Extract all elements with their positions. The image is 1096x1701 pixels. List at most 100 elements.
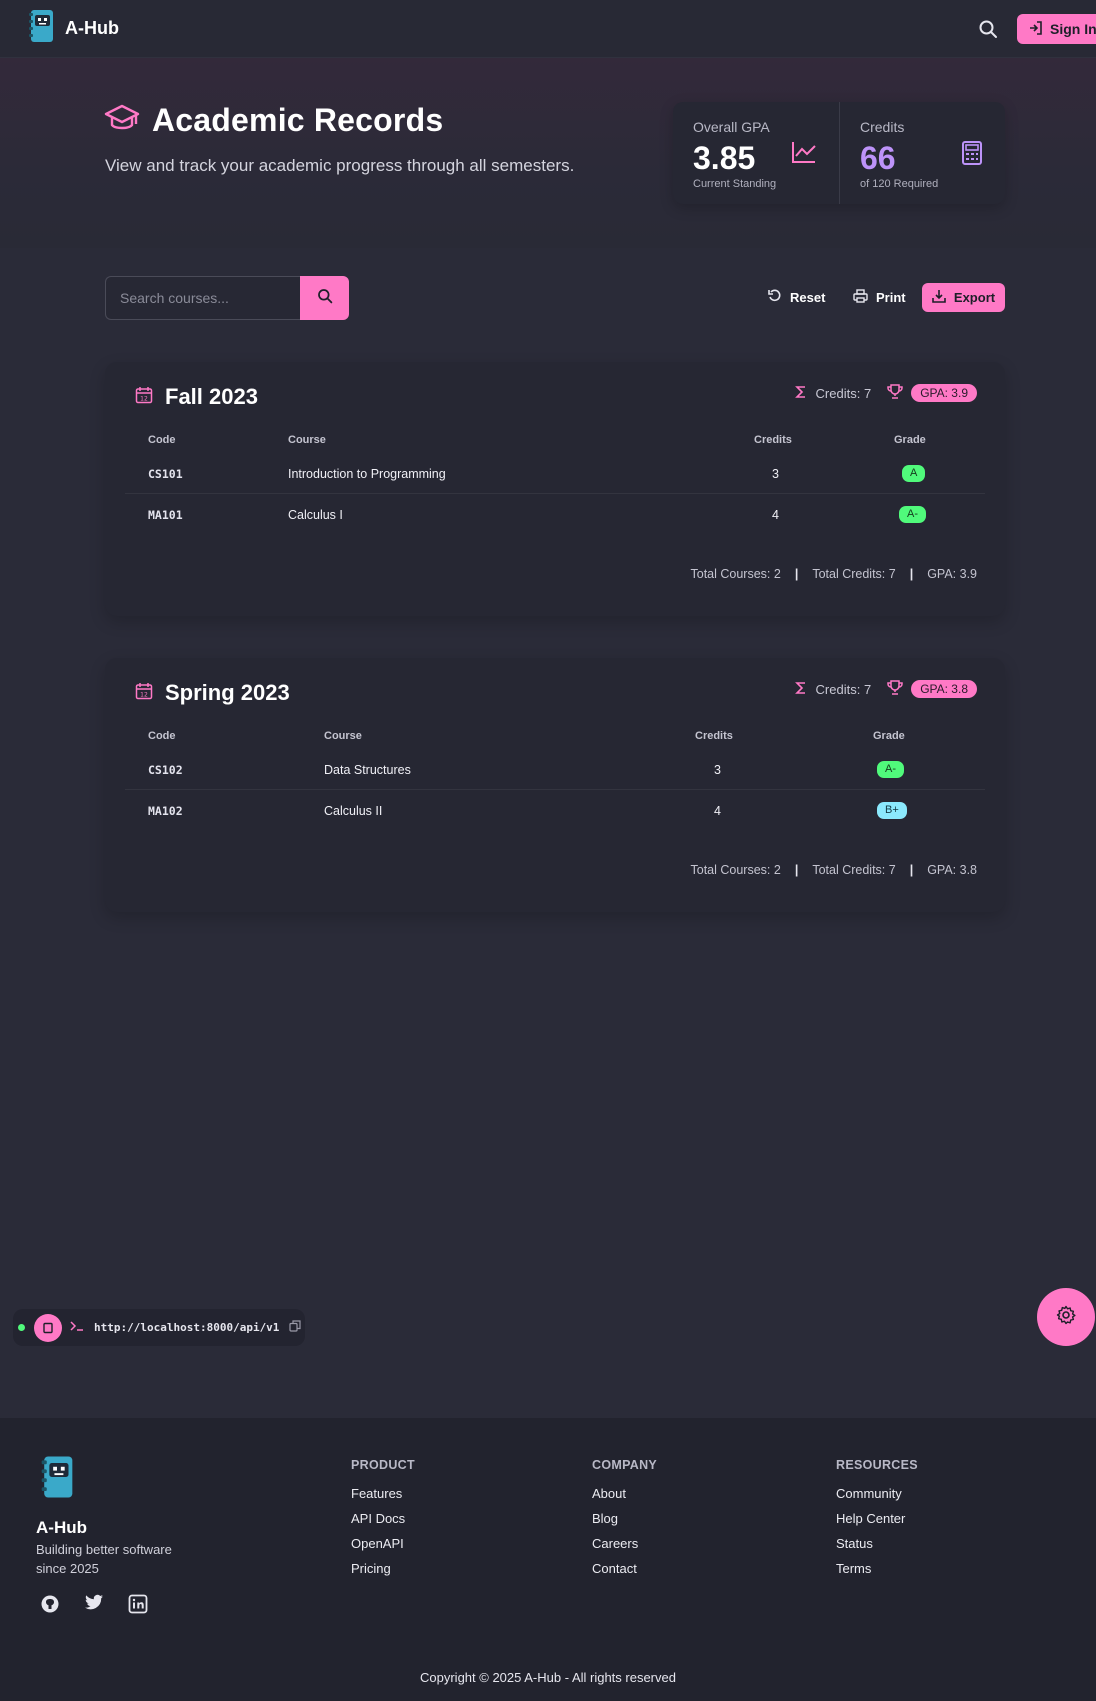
print-label: Print <box>876 290 906 305</box>
trophy-icon <box>887 384 903 402</box>
search-input[interactable] <box>105 276 300 320</box>
footer-link[interactable]: Help Center <box>836 1511 918 1526</box>
sign-in-icon <box>1029 20 1043 38</box>
footer-link[interactable]: API Docs <box>351 1511 415 1526</box>
semester-gpa-badge: GPA: 3.8 <box>911 680 977 698</box>
header-credits: Credits <box>754 434 792 446</box>
summary-separator: | <box>909 863 914 877</box>
calculator-icon <box>961 140 983 171</box>
sign-in-label: Sign In <box>1050 21 1096 37</box>
course-credits: 3 <box>714 763 721 777</box>
footer-link[interactable]: Features <box>351 1486 415 1501</box>
semester-meta: Credits: 7 GPA: 3.9 <box>794 384 977 402</box>
svg-text:12: 12 <box>140 691 148 698</box>
total-courses: Total Courses: 2 <box>690 567 781 581</box>
page-title-row: Academic Records <box>104 102 443 139</box>
footer-link[interactable]: Pricing <box>351 1561 415 1576</box>
status-dot <box>18 1324 25 1331</box>
gear-icon <box>1056 1305 1076 1330</box>
course-code: MA101 <box>148 508 183 522</box>
robot-notebook-logo-icon <box>36 1454 78 1505</box>
semester-meta: Credits: 7 GPA: 3.8 <box>794 680 977 698</box>
graduation-cap-icon <box>104 102 140 139</box>
calendar-icon: 12 <box>135 386 153 409</box>
search-icon[interactable] <box>978 19 998 39</box>
api-toggle-button[interactable] <box>34 1313 62 1342</box>
gpa-label: Overall GPA <box>693 119 770 135</box>
sign-in-button[interactable]: Sign In <box>1017 14 1096 44</box>
course-code: MA102 <box>148 804 183 818</box>
table-row: MA102 Calculus II 4 B+ <box>125 791 985 831</box>
total-credits: Total Credits: 7 <box>812 567 896 581</box>
footer-link[interactable]: Status <box>836 1536 918 1551</box>
course-credits: 4 <box>714 804 721 818</box>
header-grade: Grade <box>894 434 926 446</box>
semester-header: 12 Spring 2023 <box>135 680 290 706</box>
brand[interactable]: A-Hub <box>26 8 119 49</box>
footer-link[interactable]: Careers <box>592 1536 657 1551</box>
footer-link[interactable]: About <box>592 1486 657 1501</box>
credits-value: 66 <box>860 140 896 176</box>
footer-heading: PRODUCT <box>351 1458 415 1472</box>
grade-badge: A- <box>877 761 904 778</box>
export-label: Export <box>953 290 996 305</box>
twitter-icon[interactable] <box>84 1594 104 1619</box>
chart-line-icon <box>791 140 817 169</box>
semester-card-spring-2023: 12 Spring 2023 Credits: 7 GPA: 3.8 Code … <box>105 658 1005 912</box>
reset-label: Reset <box>790 290 826 305</box>
footer-column-product: PRODUCT Features API Docs OpenAPI Pricin… <box>351 1458 415 1586</box>
download-icon <box>932 289 946 306</box>
table-row: CS101 Introduction to Programming 3 A <box>125 454 985 494</box>
footer-link[interactable]: Contact <box>592 1561 657 1576</box>
footer-heading: RESOURCES <box>836 1458 918 1472</box>
table-row: MA101 Calculus I 4 A- <box>125 495 985 535</box>
export-button[interactable]: Export <box>922 283 1005 312</box>
svg-text:12: 12 <box>140 395 148 402</box>
footer-link[interactable]: Terms <box>836 1561 918 1576</box>
page-title: Academic Records <box>152 102 444 138</box>
search-icon <box>317 288 333 309</box>
summary-separator: | <box>794 863 799 877</box>
square-icon <box>43 1322 53 1333</box>
printer-icon <box>853 289 868 306</box>
github-icon[interactable] <box>40 1594 60 1619</box>
course-code: CS101 <box>148 467 183 481</box>
footer-link[interactable]: Community <box>836 1486 918 1501</box>
credits-note: of 120 Required <box>860 178 939 190</box>
api-url: http://localhost:8000/api/v1 <box>94 1321 280 1334</box>
course-credits: 4 <box>772 508 779 522</box>
summary-gpa: GPA: 3.8 <box>927 863 977 877</box>
course-search <box>105 276 349 320</box>
gpa-note: Current Standing <box>693 178 777 190</box>
reset-button[interactable]: Reset <box>768 283 825 312</box>
footer-heading: COMPANY <box>592 1458 658 1472</box>
robot-notebook-logo-icon <box>26 8 56 49</box>
sigma-icon <box>794 385 808 402</box>
copy-icon[interactable] <box>289 1319 302 1337</box>
brand-name: A-Hub <box>65 18 119 38</box>
grade-badge: A- <box>899 506 926 523</box>
sigma-icon <box>794 681 808 698</box>
course-credits: 3 <box>772 467 779 481</box>
footer-link[interactable]: OpenAPI <box>351 1536 415 1551</box>
print-button[interactable]: Print <box>853 283 906 312</box>
footer-link[interactable]: Blog <box>592 1511 657 1526</box>
social-links <box>40 1594 148 1619</box>
reset-icon <box>768 289 782 306</box>
table-row: CS102 Data Structures 3 A- <box>125 750 985 790</box>
footer-tagline: Building better software since 2025 <box>36 1542 172 1576</box>
course-code: CS102 <box>148 763 183 777</box>
settings-button[interactable] <box>1037 1288 1095 1346</box>
summary-separator: | <box>909 567 914 581</box>
api-endpoint-pill: http://localhost:8000/api/v1 <box>13 1309 305 1346</box>
navbar: A-Hub Sign In <box>0 0 1096 58</box>
gpa-value: 3.85 <box>693 140 756 176</box>
semester-title: Spring 2023 <box>165 680 290 705</box>
course-name: Introduction to Programming <box>288 467 446 481</box>
header-grade: Grade <box>873 730 905 742</box>
credits-label: Credits <box>860 119 905 135</box>
search-button[interactable] <box>300 276 349 320</box>
linkedin-icon[interactable] <box>128 1594 148 1619</box>
footer: A-Hub Building better software since 202… <box>0 1418 1096 1701</box>
header-code: Code <box>148 434 176 446</box>
